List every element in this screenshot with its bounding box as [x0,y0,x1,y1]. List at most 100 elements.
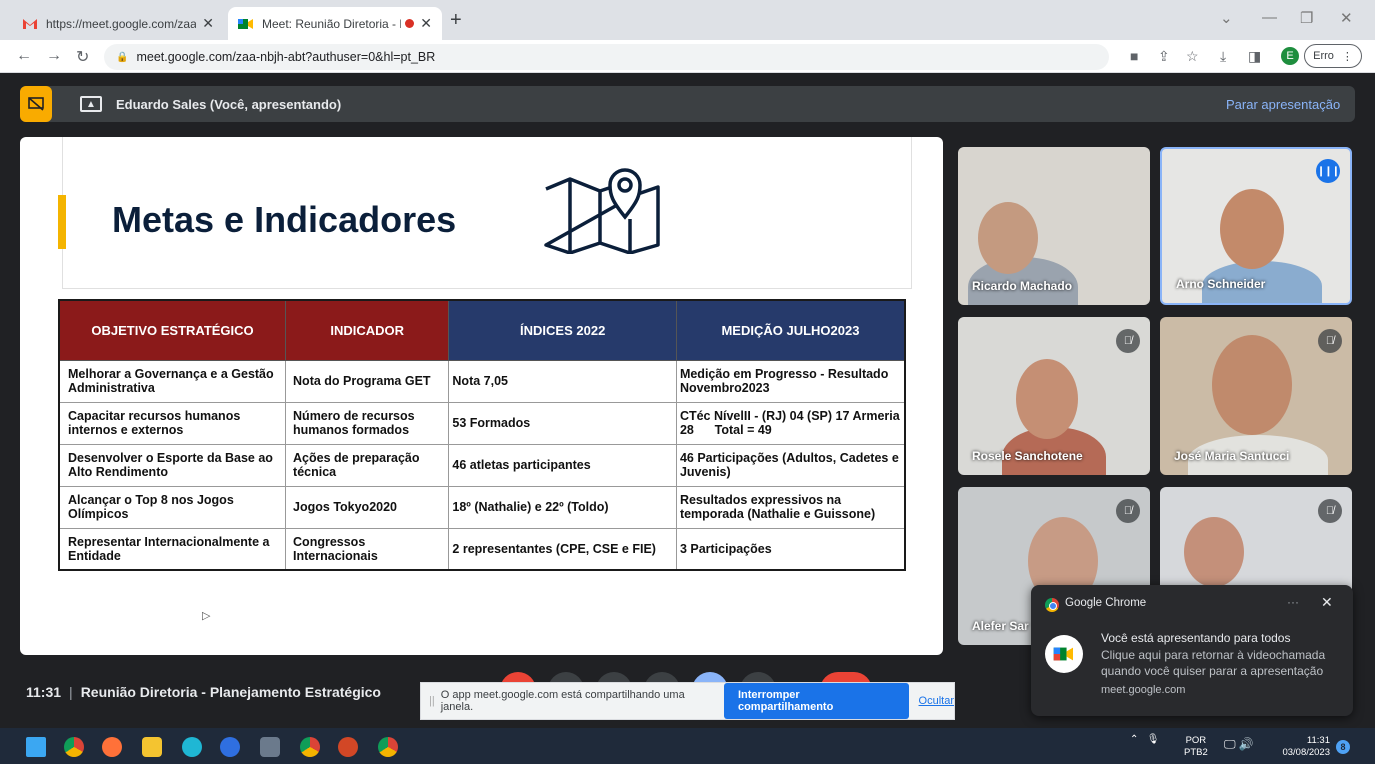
meeting-title: Reunião Diretoria - Planejamento Estraté… [80,684,381,700]
close-icon[interactable]: ✕ [1321,594,1333,611]
mic-off-icon: 🎙̸ [1318,329,1342,353]
participant-tile[interactable]: 🎙̸ Rosele Sanchotene [958,317,1150,475]
table-cell: 3 Participações [675,527,906,571]
firefox-icon[interactable] [102,737,122,757]
error-button[interactable]: Erro ⋮ [1304,44,1362,68]
url-bar[interactable]: 🔒 meet.google.com/zaa-nbjh-abt?authuser=… [104,44,1109,70]
table-row: Desenvolver o Esporte da Base ao Alto Re… [58,443,906,487]
camera-icon[interactable]: ■ [1130,48,1138,64]
maximize-icon[interactable]: ❐ [1300,9,1313,27]
meeting-details: 11:31 | Reunião Diretoria - Planejamento E… [26,684,381,700]
download-icon[interactable]: ⤓ [1220,48,1226,65]
tab-meet[interactable]: Meet: Reunião Diretoria - Pla ✕ [228,7,442,40]
reload-icon[interactable]: ↻ [76,47,89,67]
participant-tile[interactable]: Ricardo Machado [958,147,1150,305]
chrome-profile-icon[interactable] [378,737,398,757]
chrome-profile-icon[interactable] [300,737,320,757]
forward-icon[interactable]: → [46,47,62,65]
table-cell: Número de recursos humanos formados [285,401,450,445]
table-cell: Melhorar a Governança e a Gestão Adminis… [58,359,287,403]
share-message: O app meet.google.com está compartilhand… [440,689,685,713]
url-text: meet.google.com/zaa-nbjh-abt?authuser=0&… [136,50,436,64]
more-icon[interactable]: ··· [1287,595,1299,609]
clock-time: 11:31 [1306,735,1330,746]
file-explorer-icon[interactable] [142,737,162,757]
notification-app: Google Chrome [1065,597,1147,609]
tab-gmail[interactable]: https://meet.google.com/zaa-nbj ✕ [12,7,224,40]
minimize-icon[interactable]: — [1262,9,1277,26]
notification-count-badge[interactable]: 8 [1336,740,1350,754]
meeting-time: 11:31 [26,684,62,700]
recording-icon [405,19,415,28]
calculator-icon[interactable] [260,737,280,757]
presenter-label: Eduardo Sales (Você, apresentando) [116,97,342,112]
meet-icon [1045,635,1083,673]
drag-handle-icon[interactable]: || [429,695,435,707]
side-panel-icon[interactable]: ◨ [1248,48,1261,65]
table-cell: CTéc NívelII - (RJ) 04 (SP) 17 Armeria 2… [675,401,906,445]
taskbar-clock[interactable]: 11:31 03/08/2023 [1270,735,1330,759]
new-tab-icon[interactable]: + [450,9,462,32]
participant-face [1220,189,1284,269]
notification-body: Clique aqui para retornar à videochamada… [1101,648,1326,678]
stop-sharing-button[interactable]: Interromper compartilhamento [723,683,909,719]
media-player-icon[interactable] [220,737,240,757]
back-icon[interactable]: ← [16,47,32,65]
chrome-notification[interactable]: Google Chrome ··· ✕ Você está apresentan… [1031,585,1353,716]
goals-table: OBJETIVO ESTRATÉGICO INDICADOR ÍNDICES 2… [58,299,906,571]
gmail-icon [22,16,38,32]
shared-slide: Metas e Indicadores OBJETIVO ESTRATÉGICO… [20,137,943,655]
edge-icon[interactable] [182,737,202,757]
kebab-menu-icon: ⋮ [1341,50,1353,63]
bookmark-star-icon[interactable]: ☆ [1186,48,1199,65]
powerpoint-icon[interactable] [338,737,358,757]
mic-off-icon: 🎙̸ [1318,499,1342,523]
windows-start-icon[interactable] [26,737,46,757]
profile-avatar[interactable]: E [1281,47,1299,65]
close-tab-icon[interactable]: ✕ [420,15,432,32]
table-cell: 46 Participações (Adultos, Cadetes e Juv… [675,443,906,487]
stop-presenting-button[interactable]: Parar apresentação [1226,97,1340,112]
language-indicator[interactable]: POR PTB2 [1184,735,1208,759]
close-tab-icon[interactable]: ✕ [202,15,214,32]
participant-face [1212,335,1292,435]
table-cell: Nota do Programa GET [285,359,450,403]
participant-name: Rosele Sanchotene [972,449,1083,463]
tab-title: Meet: Reunião Diretoria - Pla [262,16,402,31]
language-code: POR [1185,735,1207,746]
presenting-icon[interactable] [20,86,52,122]
screen-share-bar: || O app meet.google.com está compartilh… [420,682,955,720]
table-row: Melhorar a Governança e a Gestão Adminis… [58,359,906,403]
clock-date: 03/08/2023 [1282,747,1330,758]
participant-face [1016,359,1078,439]
table-cell: Medição em Progresso - Resultado Novembr… [675,359,906,403]
browser-tab-strip: https://meet.google.com/zaa-nbj ✕ Meet: … [0,0,1375,40]
system-tray-icons[interactable]: ⌃ 🎙 [1130,734,1159,745]
lock-icon: 🔒 [116,51,129,63]
chrome-icon[interactable] [64,737,84,757]
table-cell: Capacitar recursos humanos internos e ex… [58,401,287,445]
table-cell: 18º (Nathalie) e 22º (Toldo) [448,485,677,529]
participant-tile[interactable]: 🎙̸ José Maria Santucci [1160,317,1352,475]
table-cell: Representar Internacionalmente a Entidad… [58,527,287,571]
table-cell: Resultados expressivos na temporada (Nat… [675,485,906,529]
table-cell: Ações de preparação técnica [285,443,450,487]
table-cell: 53 Formados [448,401,677,445]
table-cell: Alcançar o Top 8 nos Jogos Olímpicos [58,485,287,529]
mouse-cursor-icon: ▷ [202,610,211,622]
windows-taskbar [0,728,1375,764]
share-icon[interactable]: ⇪ [1158,48,1170,65]
meet-icon [238,16,254,32]
present-screen-icon: ▲ [80,96,102,112]
close-window-icon[interactable]: ✕ [1340,9,1353,27]
speaking-indicator-icon: ❙❙❙ [1316,159,1340,183]
table-cell: 2 representantes (CPE, CSE e FIE) [448,527,677,571]
hide-link[interactable]: Ocultar [919,695,954,707]
table-header: OBJETIVO ESTRATÉGICO [58,299,287,361]
tab-search-icon[interactable]: ⌄ [1220,9,1233,27]
table-row: Alcançar o Top 8 nos Jogos Olímpicos Jog… [58,485,906,529]
participant-tile[interactable]: ❙❙❙ Arno Schneider [1160,147,1352,305]
network-volume-icons[interactable]: 🖵 🔊 [1224,737,1254,752]
table-cell: Desenvolver o Esporte da Base ao Alto Re… [58,443,287,487]
participant-name: José Maria Santucci [1174,449,1290,463]
